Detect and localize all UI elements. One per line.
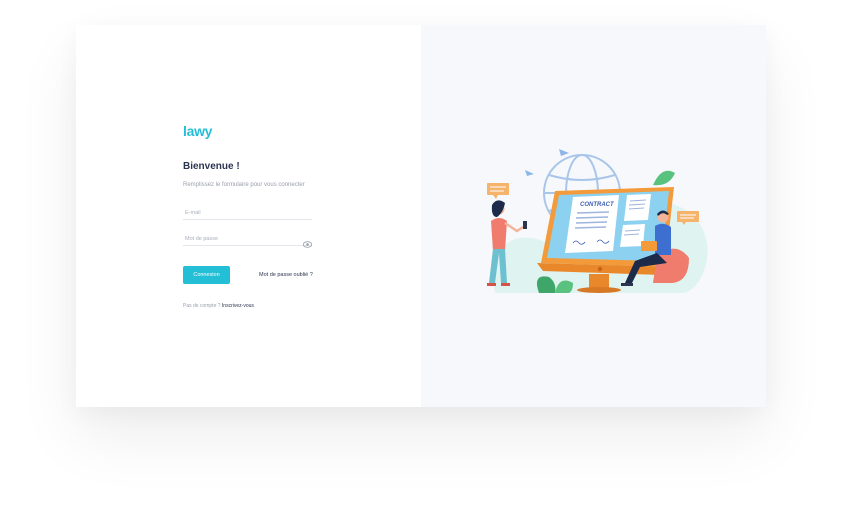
chat-bubble-icon [487, 183, 509, 199]
paper-plane-icon [559, 149, 569, 156]
email-field-wrapper [183, 206, 312, 220]
signup-link[interactable]: Inscrivez-vous [222, 303, 254, 309]
login-button[interactable]: Connexion [183, 266, 230, 284]
page-title: Bienvenue ! [183, 161, 240, 172]
password-field-wrapper [183, 232, 313, 248]
contract-document: CONTRACT [565, 195, 619, 253]
paper-plane-icon [525, 170, 534, 176]
no-account-text: Pas de compte ? [183, 303, 221, 309]
email-field[interactable] [183, 206, 293, 219]
password-field[interactable] [183, 232, 293, 245]
brand-logo: lawy [183, 123, 213, 139]
page-subtitle: Remplissez le formulaire pour vous conne… [183, 182, 305, 188]
show-password-icon[interactable] [302, 235, 313, 248]
forgot-password-link[interactable]: Mot de passe oublié ? [259, 272, 313, 278]
login-panel: lawy Bienvenue ! Remplissez le formulair… [76, 25, 421, 407]
illustration-panel: CONTRACT [421, 25, 766, 407]
signup-row: Pas de compte ? Inscrivez-vous [183, 303, 254, 309]
login-card: lawy Bienvenue ! Remplissez le formulair… [76, 25, 766, 407]
contract-signing-illustration: CONTRACT [487, 149, 708, 293]
contract-title: CONTRACT [580, 202, 615, 208]
